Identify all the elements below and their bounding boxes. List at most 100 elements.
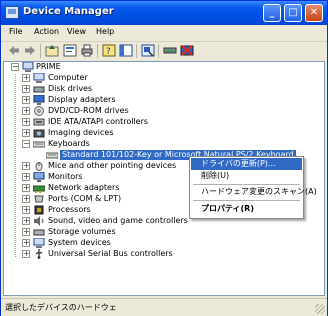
tree-category[interactable]: + IDE ATA/ATAPI controllers: [4, 117, 254, 128]
expand-icon[interactable]: +: [22, 118, 30, 126]
tree-category[interactable]: + Display adapters: [4, 95, 254, 106]
tree-category-label: Monitors: [48, 172, 83, 181]
mouse-icon: [35, 162, 43, 171]
storage-volume-icon: [33, 229, 45, 236]
dvd-drive-icon: [34, 106, 44, 116]
minimize-button[interactable]: _: [263, 4, 281, 22]
menu-bar: File Action View Help: [1, 25, 327, 42]
tree-category[interactable]: + Disk drives: [4, 84, 254, 95]
tree-category-expanded[interactable]: − Keyboards: [4, 139, 254, 150]
expand-icon[interactable]: +: [22, 85, 30, 93]
tree-category-label: System devices: [48, 238, 111, 247]
processor-icon: [34, 205, 44, 215]
expand-icon[interactable]: +: [22, 96, 30, 104]
expand-icon[interactable]: +: [22, 250, 30, 258]
tree-category-label: Computer: [48, 73, 88, 82]
toolbar: ?: [1, 42, 327, 60]
device-manager-window: Device Manager _ □ ✕ File Action View He…: [0, 0, 328, 316]
expand-icon[interactable]: +: [22, 217, 30, 225]
collapse-icon[interactable]: −: [11, 63, 19, 71]
back-icon[interactable]: [7, 44, 21, 57]
up-icon[interactable]: [45, 44, 59, 57]
status-text: 選択したデバイスのハードウェ: [5, 303, 117, 312]
tree-category-label: Processors: [48, 205, 91, 214]
maximize-button[interactable]: □: [284, 4, 302, 22]
scan-hardware-icon[interactable]: [141, 44, 155, 57]
device-manager-icon: [5, 6, 19, 19]
tree-category-label: Disk drives: [48, 84, 93, 93]
menu-separator: [193, 200, 300, 201]
title-bar[interactable]: Device Manager _ □ ✕: [1, 1, 327, 25]
tree-category-label: Network adapters: [48, 183, 120, 192]
expand-icon[interactable]: +: [22, 228, 30, 236]
expand-icon[interactable]: +: [22, 107, 30, 115]
port-icon: [34, 195, 44, 203]
expand-icon[interactable]: +: [22, 162, 30, 170]
expand-icon[interactable]: +: [22, 239, 30, 247]
expand-icon[interactable]: +: [22, 74, 30, 82]
print-icon[interactable]: [80, 44, 94, 57]
network-adapter-icon: [33, 185, 45, 193]
tree-category-label: Universal Serial Bus controllers: [48, 249, 173, 258]
keyboard-icon: [46, 152, 58, 159]
uninstall-icon[interactable]: [180, 44, 194, 57]
expand-icon[interactable]: +: [22, 195, 30, 203]
computer-icon: [22, 62, 34, 72]
show-hide-tree-icon[interactable]: [119, 44, 133, 57]
tree-category[interactable]: + System devices: [4, 238, 254, 249]
tree-category-label: Mice and other pointing devices: [48, 161, 177, 170]
menu-view[interactable]: View: [67, 27, 86, 36]
help-icon[interactable]: ?: [102, 44, 116, 57]
tree-category-label: Imaging devices: [48, 128, 114, 137]
forward-icon[interactable]: [23, 44, 37, 57]
close-button[interactable]: ✕: [305, 4, 323, 22]
tree-root-label: PRIME: [36, 62, 61, 71]
tree-category[interactable]: + Universal Serial Bus controllers: [4, 249, 254, 260]
menu-action[interactable]: Action: [34, 27, 59, 36]
tree-category-label: Ports (COM & LPT): [48, 194, 122, 203]
tree-category-label: Display adapters: [48, 95, 116, 104]
disk-drive-icon: [33, 86, 45, 93]
toolbar-separator: [40, 44, 41, 58]
toolbar-separator: [97, 44, 98, 58]
expand-icon[interactable]: +: [22, 206, 30, 214]
keyboard-icon: [33, 141, 45, 148]
tree-category-label: IDE ATA/ATAPI controllers: [48, 117, 149, 126]
toolbar-separator: [136, 44, 137, 58]
expand-icon[interactable]: +: [22, 173, 30, 181]
monitor-icon: [33, 172, 45, 182]
menu-properties[interactable]: プロパティ(R): [191, 203, 302, 215]
ide-controller-icon: [33, 118, 45, 126]
tree-category[interactable]: + DVD/CD-ROM drives: [4, 106, 254, 117]
properties-icon[interactable]: [63, 44, 77, 57]
resize-grip-icon[interactable]: [315, 304, 325, 314]
menu-help[interactable]: Help: [96, 27, 114, 36]
camera-icon: [33, 129, 45, 138]
tree-category[interactable]: + Imaging devices: [4, 128, 254, 139]
expand-icon[interactable]: +: [22, 129, 30, 137]
usb-icon: [35, 249, 43, 259]
tree-category-label: Storage volumes: [48, 227, 116, 236]
window-title: Device Manager: [23, 6, 114, 17]
display-adapter-icon: [33, 95, 45, 105]
collapse-icon[interactable]: −: [22, 140, 30, 148]
svg-text:?: ?: [106, 47, 111, 57]
menu-scan-hardware[interactable]: ハードウェア変更のスキャン(A): [191, 186, 317, 198]
expand-icon[interactable]: +: [22, 184, 30, 192]
menu-update-driver[interactable]: ドライバの更新(P)...: [191, 158, 302, 170]
computer-icon: [33, 73, 45, 83]
tree-category-label: Keyboards: [48, 139, 90, 148]
status-bar: 選択したデバイスのハードウェ: [1, 298, 327, 316]
tree-category[interactable]: + Storage volumes: [4, 227, 254, 238]
system-device-icon: [33, 238, 45, 248]
sound-icon: [34, 216, 44, 226]
tree-category[interactable]: + Computer: [4, 73, 254, 84]
menu-uninstall[interactable]: 削除(U): [191, 170, 302, 182]
tree-category-label: Sound, video and game controllers: [48, 216, 188, 225]
menu-file[interactable]: File: [9, 27, 22, 36]
tree-root[interactable]: − PRIME: [4, 62, 204, 73]
toolbar-separator: [158, 44, 159, 58]
context-menu: ドライバの更新(P)... 削除(U) ハードウェア変更のスキャン(A) プロパ…: [189, 156, 317, 219]
tree-category-label: DVD/CD-ROM drives: [48, 106, 129, 115]
update-driver-icon[interactable]: [163, 44, 177, 57]
